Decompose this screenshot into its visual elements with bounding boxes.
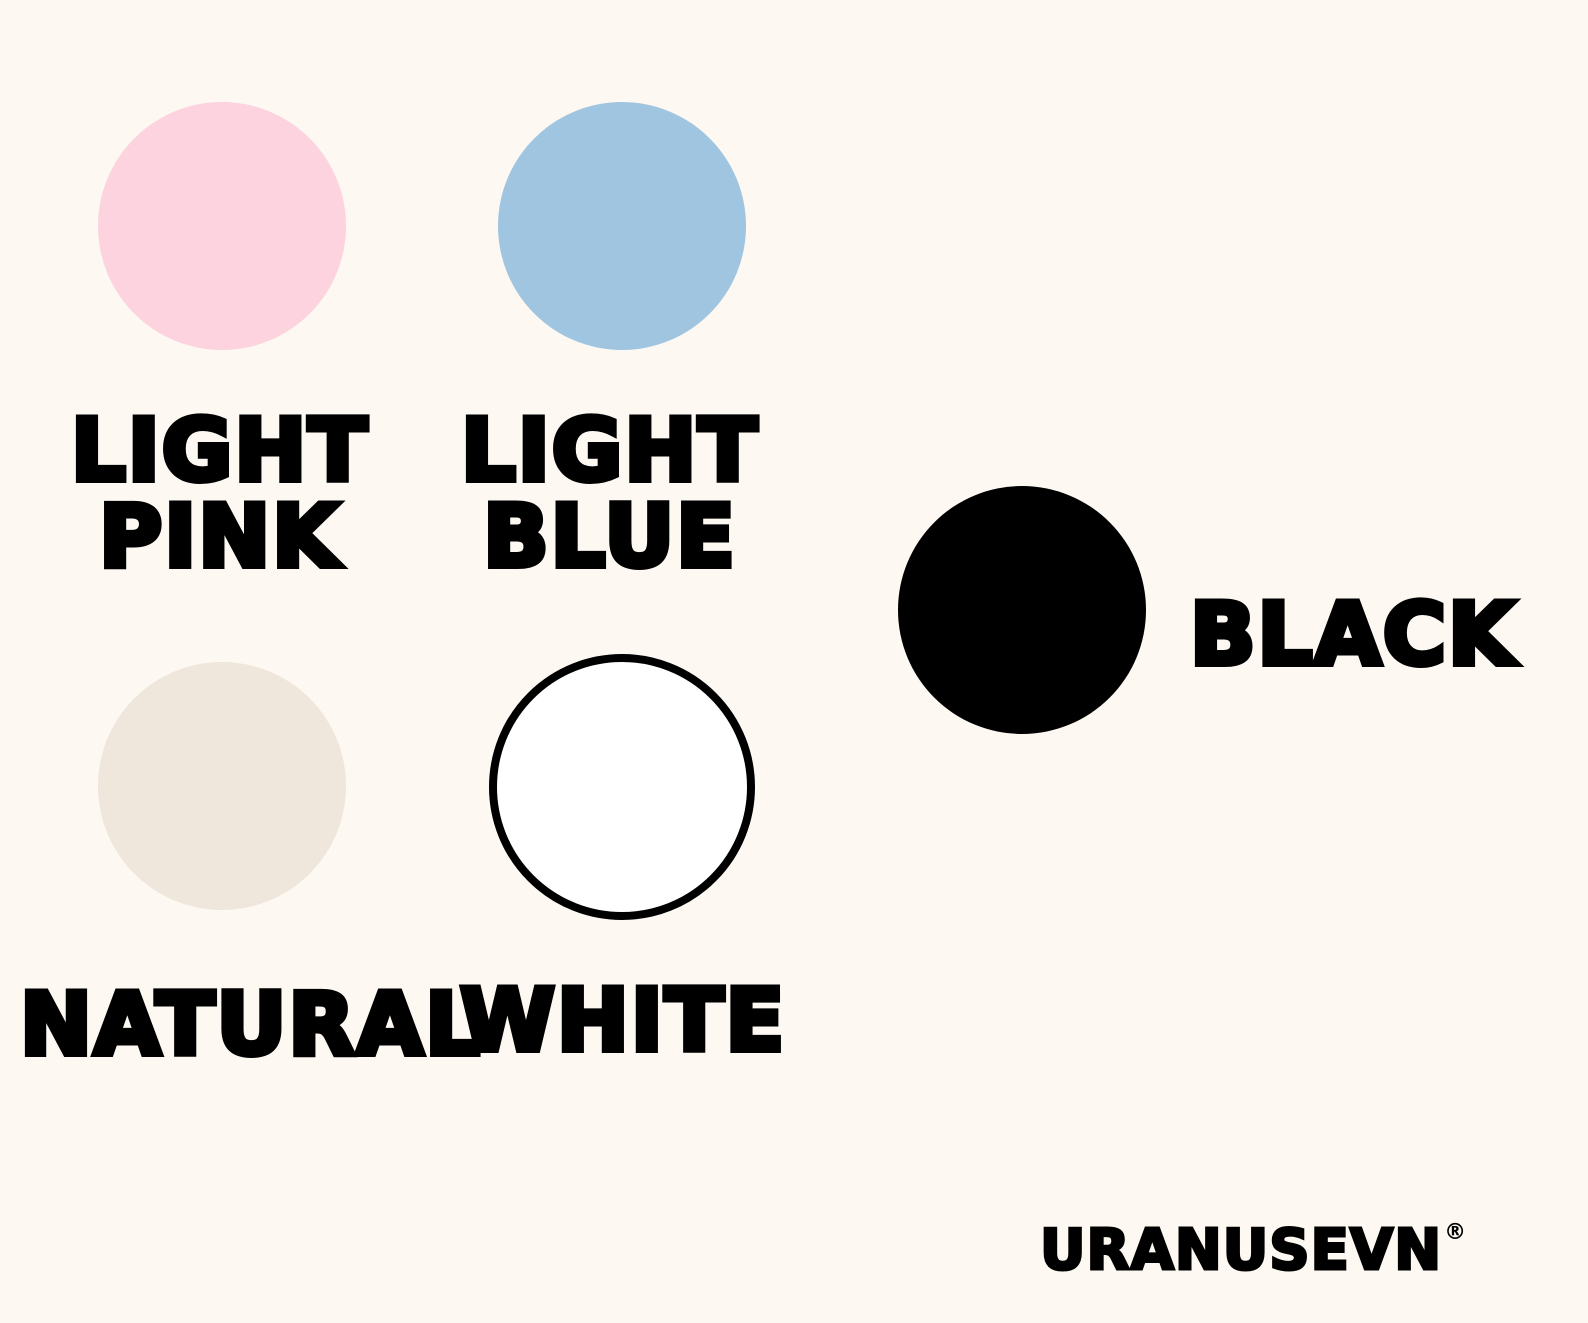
light-blue-label: LIGHT BLUE (450, 401, 770, 587)
light-pink-swatch[interactable] (98, 102, 346, 350)
white-label: WHITE (457, 971, 787, 1071)
light-pink-label-line-2: PINK (96, 487, 342, 587)
natural-label-line-1: NATURAL (17, 975, 483, 1075)
light-pink-label: LIGHT PINK (60, 401, 380, 587)
light-blue-swatch[interactable] (498, 102, 746, 350)
light-pink-label-line-1: LIGHT (68, 401, 370, 501)
brand-logo: URANUSEVN® (1038, 1217, 1468, 1285)
black-label: BLACK (1187, 585, 1518, 685)
natural-label: NATURAL (17, 975, 483, 1075)
light-blue-label-line-2: BLUE (480, 487, 738, 587)
light-blue-label-line-1: LIGHT (458, 401, 760, 501)
brand-name: URANUSEVN (1038, 1217, 1443, 1285)
white-label-line-1: WHITE (457, 971, 787, 1071)
white-swatch[interactable] (489, 654, 755, 920)
registered-mark-icon: ® (1444, 1220, 1468, 1245)
black-label-line-1: BLACK (1187, 585, 1518, 685)
natural-swatch[interactable] (98, 662, 346, 910)
black-swatch[interactable] (898, 486, 1146, 734)
